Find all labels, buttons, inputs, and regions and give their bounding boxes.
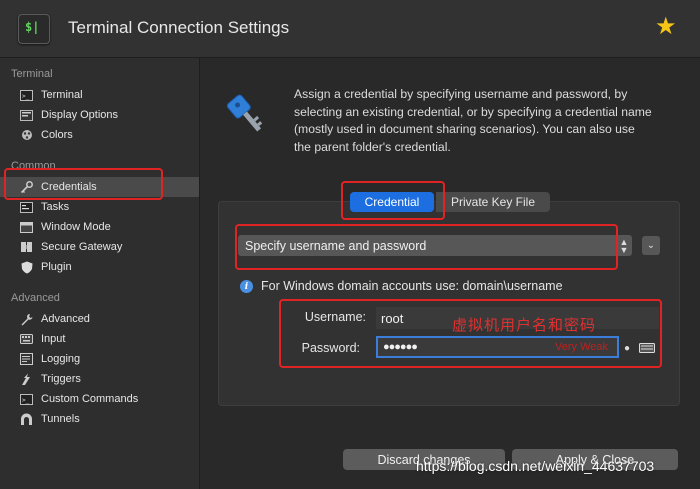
triggers-icon (19, 372, 34, 386)
highlight-credentials (4, 168, 163, 200)
chevron-down-icon[interactable]: ⌄ (642, 236, 660, 255)
sidebar-item-display-options[interactable]: Display Options (0, 105, 199, 125)
url-watermark: https://blog.csdn.net/weixin_44637703 (416, 458, 655, 474)
sidebar-item-label: Logging (41, 353, 81, 365)
window-icon (19, 220, 34, 234)
sidebar-item-label: Advanced (41, 313, 90, 325)
wrench-icon (19, 312, 34, 326)
sidebar-item-secure-gateway[interactable]: Secure Gateway (0, 237, 199, 257)
plugin-icon (19, 260, 34, 274)
sidebar-item-label: Terminal (41, 89, 83, 101)
sidebar-item-input[interactable]: Input (0, 329, 199, 349)
sidebar-item-custom-commands[interactable]: >_ Custom Commands (0, 389, 199, 409)
sidebar-item-label: Window Mode (41, 221, 111, 233)
terminal-icon: >_ (19, 88, 34, 102)
sidebar-item-advanced[interactable]: Advanced (0, 309, 199, 329)
sidebar-item-colors[interactable]: Colors (0, 125, 199, 145)
highlight-credential-type (235, 224, 618, 270)
sidebar-item-tunnels[interactable]: Tunnels (0, 409, 199, 429)
main-panel: Assign a credential by specifying userna… (200, 58, 700, 489)
sidebar-item-terminal[interactable]: >_ Terminal (0, 85, 199, 105)
sidebar-item-label: Custom Commands (41, 393, 139, 405)
sidebar-item-label: Secure Gateway (41, 241, 123, 253)
display-icon (19, 108, 34, 122)
sidebar-item-label: Display Options (41, 109, 119, 121)
sidebar-item-label: Colors (41, 129, 73, 141)
sidebar: Terminal >_ Terminal Display Options Col… (0, 58, 200, 489)
domain-info-text: For Windows domain accounts use: domain\… (261, 279, 563, 293)
highlight-login-fields (279, 299, 662, 368)
sidebar-item-triggers[interactable]: Triggers (0, 369, 199, 389)
tunnel-icon (19, 412, 34, 426)
commands-icon: >_ (19, 392, 34, 406)
logging-icon (19, 352, 34, 366)
app-icon-glyph: $| (25, 20, 40, 34)
terminal-app-icon: $| (18, 14, 50, 44)
sidebar-item-label: Plugin (41, 261, 72, 273)
sidebar-item-label: Tunnels (41, 413, 80, 425)
sidebar-item-plugin[interactable]: Plugin (0, 257, 199, 277)
tab-private-key-file[interactable]: Private Key File (436, 192, 550, 212)
sidebar-section-terminal: Terminal (11, 68, 53, 80)
sidebar-item-label: Input (41, 333, 66, 345)
gateway-icon (19, 240, 34, 254)
highlight-credential-tab (341, 181, 445, 220)
title-bar: $| Terminal Connection Settings ★ (0, 0, 700, 58)
sidebar-section-advanced: Advanced (11, 292, 60, 304)
window-title: Terminal Connection Settings (68, 18, 290, 37)
svg-text:>_: >_ (22, 397, 30, 404)
colors-icon (19, 128, 34, 142)
sidebar-item-label: Triggers (41, 373, 81, 385)
sidebar-item-logging[interactable]: Logging (0, 349, 199, 369)
sidebar-item-tasks[interactable]: Tasks (0, 197, 199, 217)
sidebar-item-window-mode[interactable]: Window Mode (0, 217, 199, 237)
info-icon: i (240, 280, 253, 293)
keyboard-icon (19, 332, 34, 346)
credential-key-icon (220, 94, 270, 145)
svg-text:>_: >_ (22, 93, 30, 100)
credential-description: Assign a credential by specifying userna… (294, 87, 652, 154)
sidebar-item-label: Tasks (41, 201, 70, 213)
favorite-star-icon[interactable]: ★ (655, 15, 677, 39)
tasks-icon (19, 200, 34, 214)
